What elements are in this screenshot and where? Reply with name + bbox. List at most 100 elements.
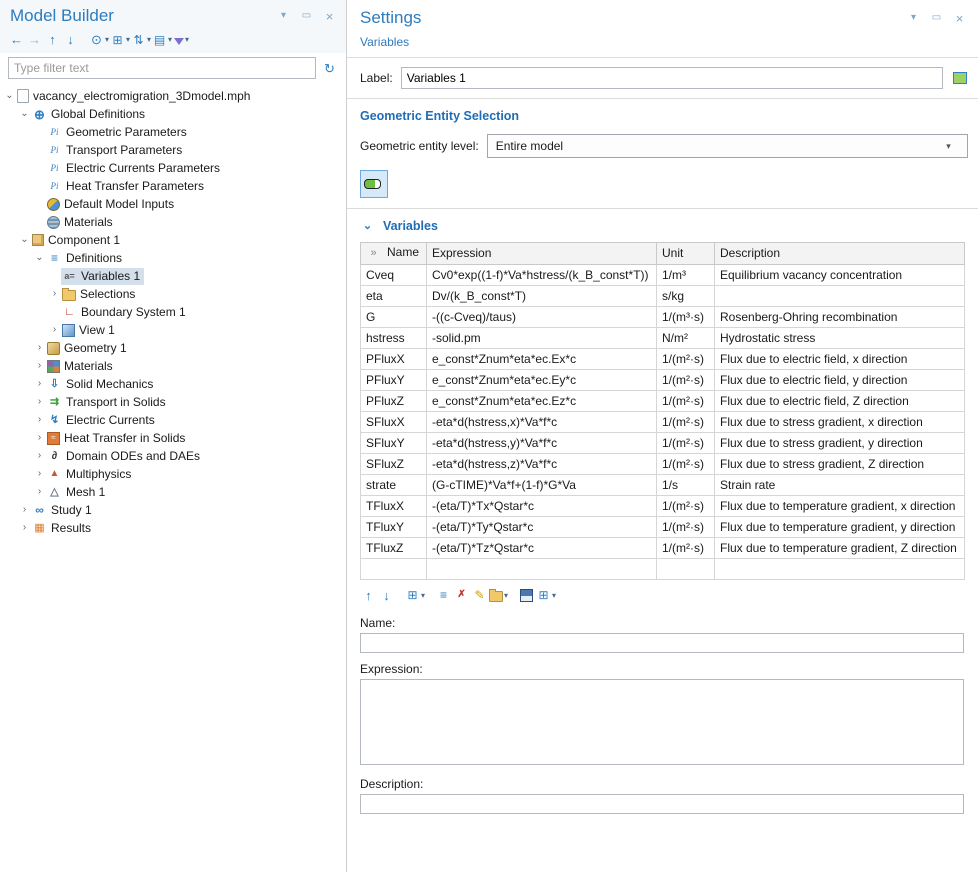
cell-description[interactable] bbox=[715, 558, 965, 579]
cell-unit[interactable]: 1/(m²·s) bbox=[657, 516, 715, 537]
cell-description[interactable]: Hydrostatic stress bbox=[715, 327, 965, 348]
panel-menu-button[interactable]: ▾ bbox=[275, 7, 292, 26]
tree-item-study-1[interactable]: ›∞Study 1 bbox=[0, 501, 346, 519]
load-from-file-button[interactable]: ▾ bbox=[489, 586, 508, 605]
cell-expression[interactable]: -eta*d(hstress,x)*Va*f*c bbox=[427, 411, 657, 432]
tree-item-selections[interactable]: ›Selections bbox=[0, 285, 346, 303]
tree-item-electric-currents[interactable]: ›↯Electric Currents bbox=[0, 411, 346, 429]
cell-unit[interactable]: 1/(m²·s) bbox=[657, 369, 715, 390]
cell-description[interactable]: Flux due to stress gradient, Z direction bbox=[715, 453, 965, 474]
cell-unit[interactable]: 1/(m²·s) bbox=[657, 411, 715, 432]
model-tree-sort-button[interactable]: ⇅▾ bbox=[131, 30, 151, 49]
expand-icon[interactable]: › bbox=[33, 397, 46, 407]
column-header-description[interactable]: Description bbox=[715, 242, 965, 264]
cell-unit[interactable]: N/m² bbox=[657, 327, 715, 348]
cell-expression[interactable]: Cv0*exp((1-f)*Va*hstress/(k_B_const*T)) bbox=[427, 264, 657, 285]
expand-icon[interactable]: › bbox=[33, 415, 46, 425]
cell-expression[interactable]: -eta*d(hstress,z)*Va*f*c bbox=[427, 453, 657, 474]
cell-expression[interactable]: -eta*d(hstress,y)*Va*f*c bbox=[427, 432, 657, 453]
cell-expression[interactable]: Dv/(k_B_const*T) bbox=[427, 285, 657, 306]
cell-unit[interactable]: 1/(m²·s) bbox=[657, 495, 715, 516]
cell-description[interactable]: Flux due to electric field, Z direction bbox=[715, 390, 965, 411]
collapse-icon[interactable]: ⌄ bbox=[18, 235, 31, 245]
expand-icon[interactable]: › bbox=[33, 379, 46, 389]
cell-description[interactable]: Flux due to temperature gradient, Z dire… bbox=[715, 537, 965, 558]
cell-expression[interactable]: e_const*Znum*eta*ec.Ez*c bbox=[427, 390, 657, 411]
cell-expression[interactable]: -(eta/T)*Tz*Qstar*c bbox=[427, 537, 657, 558]
cell-description[interactable]: Rosenberg-Ohring recombination bbox=[715, 306, 965, 327]
tree-item-default-model-inputs[interactable]: Default Model Inputs bbox=[0, 195, 346, 213]
cell-unit[interactable]: 1/m³ bbox=[657, 264, 715, 285]
tree-item-geometric-parameters[interactable]: PiGeometric Parameters bbox=[0, 123, 346, 141]
active-selection-toggle-button[interactable] bbox=[360, 170, 388, 198]
label-action-button[interactable] bbox=[951, 69, 968, 88]
forward-button[interactable]: → bbox=[26, 30, 43, 49]
cell-unit[interactable]: 1/(m³·s) bbox=[657, 306, 715, 327]
cell-name[interactable]: eta bbox=[361, 285, 427, 306]
tree-item-materials[interactable]: ›Materials bbox=[0, 357, 346, 375]
cell-expression[interactable]: -(eta/T)*Ty*Qstar*c bbox=[427, 516, 657, 537]
collapse-icon[interactable]: ⌄ bbox=[3, 91, 16, 101]
panel-menu-button[interactable]: ▾ bbox=[905, 9, 922, 28]
tree-item-materials[interactable]: Materials bbox=[0, 213, 346, 231]
edit-variable-button[interactable]: ✎ bbox=[471, 586, 488, 605]
collapse-icon[interactable]: ⌄ bbox=[18, 109, 31, 119]
cell-expression[interactable]: (G-cTIME)*Va*f+(1-f)*G*Va bbox=[427, 474, 657, 495]
filter-button[interactable]: ▾ bbox=[173, 30, 190, 49]
cell-name[interactable]: PFluxY bbox=[361, 369, 427, 390]
cell-name[interactable]: SFluxZ bbox=[361, 453, 427, 474]
cell-name[interactable]: PFluxZ bbox=[361, 390, 427, 411]
expand-icon[interactable]: › bbox=[48, 325, 61, 335]
cell-name[interactable]: PFluxX bbox=[361, 348, 427, 369]
node-grouping-button[interactable]: ▤▾ bbox=[152, 30, 172, 49]
expand-icon[interactable]: › bbox=[18, 505, 31, 515]
float-panel-button[interactable]: ▭ bbox=[298, 7, 315, 26]
geometric-entity-level-select[interactable]: Entire model ▾ bbox=[487, 134, 968, 158]
tree-item-electric-currents-parameters[interactable]: PiElectric Currents Parameters bbox=[0, 159, 346, 177]
settings-subtitle[interactable]: Variables bbox=[347, 28, 978, 57]
back-button[interactable]: ← bbox=[8, 30, 25, 49]
tree-item-boundary-system-1[interactable]: ∟Boundary System 1 bbox=[0, 303, 346, 321]
tree-item-results[interactable]: ›▦Results bbox=[0, 519, 346, 537]
cell-name[interactable]: TFluxY bbox=[361, 516, 427, 537]
cell-name[interactable]: TFluxX bbox=[361, 495, 427, 516]
cell-description[interactable]: Flux due to temperature gradient, x dire… bbox=[715, 495, 965, 516]
tree-item-component-1[interactable]: ⌄Component 1 bbox=[0, 231, 346, 249]
tree-item-view-1[interactable]: ›View 1 bbox=[0, 321, 346, 339]
tree-item-transport-in-solids[interactable]: ›⇉Transport in Solids bbox=[0, 393, 346, 411]
float-panel-button[interactable]: ▭ bbox=[928, 9, 945, 28]
insert-rows-button[interactable]: ≡ bbox=[435, 586, 452, 605]
column-header-expression[interactable]: Expression bbox=[427, 242, 657, 264]
cell-description[interactable]: Flux due to stress gradient, y direction bbox=[715, 432, 965, 453]
tree-item-heat-transfer-in-solids[interactable]: ›≈Heat Transfer in Solids bbox=[0, 429, 346, 447]
cell-expression[interactable]: -solid.pm bbox=[427, 327, 657, 348]
tree-item-transport-parameters[interactable]: PiTransport Parameters bbox=[0, 141, 346, 159]
name-input[interactable] bbox=[360, 633, 964, 653]
cell-unit[interactable]: 1/s bbox=[657, 474, 715, 495]
column-header-unit[interactable]: Unit bbox=[657, 242, 715, 264]
expand-icon[interactable]: › bbox=[33, 361, 46, 371]
show-button[interactable]: ⊙▾ bbox=[89, 30, 109, 49]
cell-unit[interactable]: 1/(m²·s) bbox=[657, 348, 715, 369]
cell-unit[interactable]: 1/(m²·s) bbox=[657, 537, 715, 558]
cell-name[interactable]: Cveq bbox=[361, 264, 427, 285]
label-input[interactable] bbox=[401, 67, 943, 89]
cell-name[interactable] bbox=[361, 558, 427, 579]
table-move-down-button[interactable]: ↓ bbox=[378, 586, 395, 605]
add-variables-button[interactable]: ⊞▾ bbox=[405, 586, 425, 605]
close-panel-button[interactable]: × bbox=[951, 9, 968, 28]
cell-name[interactable]: SFluxY bbox=[361, 432, 427, 453]
cell-expression[interactable]: -(eta/T)*Tx*Qstar*c bbox=[427, 495, 657, 516]
tree-item-geometry-1[interactable]: ›Geometry 1 bbox=[0, 339, 346, 357]
collapse-icon[interactable]: ⌄ bbox=[33, 253, 46, 263]
save-to-file-button[interactable] bbox=[518, 586, 535, 605]
cell-unit[interactable]: 1/(m²·s) bbox=[657, 390, 715, 411]
expand-collapse-button[interactable]: ⊞▾ bbox=[110, 30, 130, 49]
expand-icon[interactable]: › bbox=[33, 469, 46, 479]
cell-unit[interactable]: 1/(m²·s) bbox=[657, 453, 715, 474]
tree-item-domain-odes-and-daes[interactable]: ›∂Domain ODEs and DAEs bbox=[0, 447, 346, 465]
cell-unit[interactable]: 1/(m²·s) bbox=[657, 432, 715, 453]
tree-item-heat-transfer-parameters[interactable]: PiHeat Transfer Parameters bbox=[0, 177, 346, 195]
cell-expression[interactable] bbox=[427, 558, 657, 579]
delete-rows-button[interactable]: ✗ bbox=[453, 586, 470, 605]
